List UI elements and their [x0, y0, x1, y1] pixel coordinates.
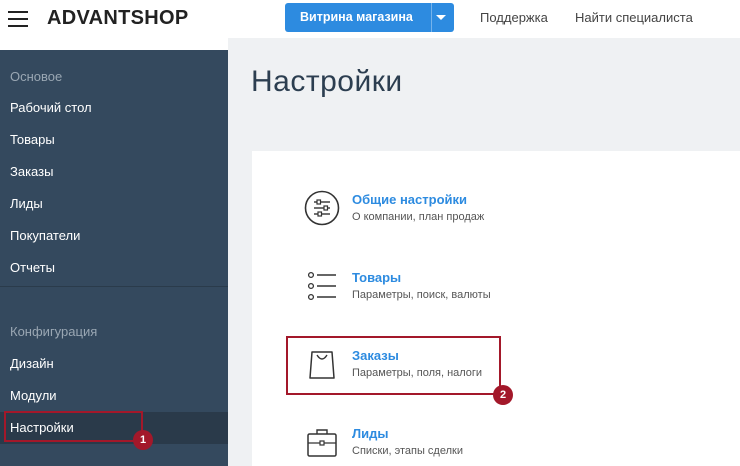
sidebar-item-dashboard[interactable]: Рабочий стол	[0, 92, 228, 124]
settings-products[interactable]: Товары Параметры, поиск, валюты	[304, 268, 604, 312]
store-front-label: Витрина магазина	[300, 10, 413, 24]
list-icon	[304, 268, 340, 304]
button-divider	[431, 3, 432, 32]
sidebar-section-config: Конфигурация	[10, 324, 98, 339]
step-badge-2: 2	[493, 385, 513, 405]
sliders-icon	[304, 190, 340, 226]
sidebar: Основое Рабочий стол Товары Заказы Лиды …	[0, 50, 228, 466]
top-header: ADVANTSHOP Витрина магазина Поддержка На…	[0, 0, 740, 38]
settings-item-title[interactable]: Лиды	[352, 426, 388, 441]
settings-item-subtitle: Списки, этапы сделки	[352, 445, 463, 457]
sidebar-item-design[interactable]: Дизайн	[0, 348, 228, 380]
sidebar-item-customers[interactable]: Покупатели	[0, 220, 228, 252]
find-specialist-link[interactable]: Найти специалиста	[575, 10, 693, 25]
sidebar-item-label: Модули	[10, 388, 57, 403]
support-link[interactable]: Поддержка	[480, 10, 548, 25]
chevron-down-icon[interactable]	[436, 15, 446, 20]
highlight-box-orders	[286, 336, 501, 395]
sidebar-item-leads[interactable]: Лиды	[0, 188, 228, 220]
sidebar-item-label: Покупатели	[10, 228, 81, 243]
menu-icon[interactable]	[8, 11, 28, 27]
step-badge-1: 1	[133, 430, 153, 450]
settings-general[interactable]: Общие настройки О компании, план продаж	[304, 190, 604, 234]
sidebar-section-main: Основое	[10, 69, 63, 84]
sidebar-item-products[interactable]: Товары	[0, 124, 228, 156]
sidebar-divider	[0, 286, 228, 287]
page-title: Настройки	[251, 65, 403, 98]
settings-item-title[interactable]: Товары	[352, 270, 401, 285]
settings-item-subtitle: Параметры, поиск, валюты	[352, 289, 491, 301]
sidebar-item-label: Заказы	[10, 164, 54, 179]
store-front-button[interactable]: Витрина магазина	[285, 3, 454, 32]
sidebar-item-label: Рабочий стол	[10, 100, 92, 115]
highlight-box-settings	[4, 411, 143, 442]
logo[interactable]: ADVANTSHOP	[47, 7, 189, 30]
briefcase-icon	[304, 424, 340, 460]
sidebar-item-orders[interactable]: Заказы	[0, 156, 228, 188]
sidebar-item-label: Дизайн	[10, 356, 54, 371]
sidebar-item-modules[interactable]: Модули	[0, 380, 228, 412]
sidebar-item-reports[interactable]: Отчеты	[0, 252, 228, 284]
sidebar-item-label: Товары	[10, 132, 55, 147]
sidebar-item-label: Лиды	[10, 196, 43, 211]
sidebar-item-label: Отчеты	[10, 260, 55, 275]
settings-leads[interactable]: Лиды Списки, этапы сделки	[304, 424, 604, 466]
settings-item-subtitle: О компании, план продаж	[352, 211, 485, 223]
settings-item-title[interactable]: Общие настройки	[352, 192, 467, 207]
